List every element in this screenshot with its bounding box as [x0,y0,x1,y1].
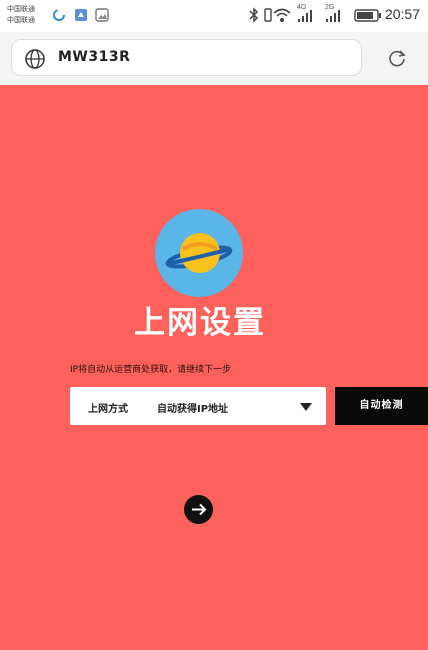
connection-type-label: 上网方式 [88,404,128,415]
next-button[interactable] [184,495,213,524]
url-text[interactable]: MW313R [58,49,130,65]
image-icon [95,7,109,26]
signal-icon [296,7,316,27]
wifi-icon [272,7,292,27]
auto-detect-button[interactable]: 自动检测 [335,387,428,425]
status-time: 20:57 [384,6,420,22]
bluetooth-icon [248,7,260,27]
page-title: 上网设置 [134,305,266,341]
router-setup-page: 上网设置 IP将自动从运营商处获取，请继续下一步 上网方式 自动获得IP地址 自… [0,85,428,650]
arrow-right-icon [192,503,207,516]
browser-toolbar: MW313R [0,32,428,85]
carrier-info: 中国联通 中国联通 [7,4,35,26]
connection-type-value[interactable]: 自动获得IP地址 [157,400,228,415]
globe-icon [24,48,46,74]
carrier-label-sim2: 中国联通 [7,16,35,24]
url-bar[interactable]: MW313R [11,39,362,76]
connection-type-select[interactable]: 上网方式 自动获得IP地址 [70,387,326,425]
app-icon [74,7,88,26]
signal-icon [324,7,344,27]
chevron-down-icon[interactable] [300,403,312,411]
carrier-label-sim1: 中国联通 [7,5,35,13]
battery-icon [354,7,382,27]
planet-icon [155,209,243,297]
reload-icon[interactable] [386,47,408,73]
loading-icon [52,7,66,26]
hint-text: IP将自动从运营商处获取，请继续下一步 [70,365,232,375]
status-bar: 中国联通 中国联通 4G 2G 20:57 [0,0,428,32]
